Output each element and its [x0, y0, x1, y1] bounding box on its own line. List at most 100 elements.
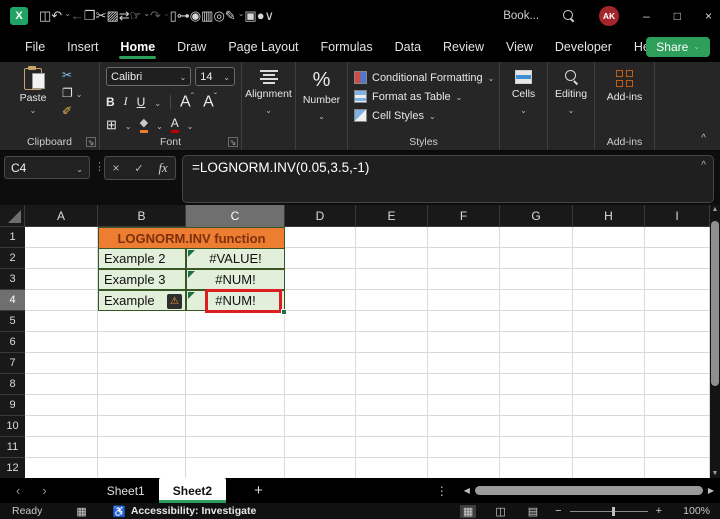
name-box[interactable]: C4	[4, 156, 90, 179]
search-icon[interactable]	[563, 10, 575, 22]
account-avatar[interactable]: AK	[599, 6, 620, 26]
ribbon-tab[interactable]: Developer	[544, 34, 623, 61]
horizontal-scrollbar[interactable]: ◀ ▶	[464, 486, 714, 495]
column-header[interactable]: I	[645, 205, 710, 227]
error-warning-icon[interactable]: ⚠	[167, 294, 182, 309]
chevron-down-icon[interactable]	[187, 116, 194, 134]
underline-button[interactable]: U	[137, 95, 146, 109]
column-header[interactable]: H	[573, 205, 645, 227]
permissions-lock-icon[interactable]: ▣	[244, 9, 256, 22]
workbook-icon[interactable]: ▥	[201, 9, 213, 22]
row-header[interactable]: 7	[0, 353, 25, 374]
vertical-scroll-thumb[interactable]	[711, 221, 719, 386]
table-title-cell[interactable]: LOGNORM.INV function	[98, 227, 285, 249]
replace-icon[interactable]: ⇄	[119, 9, 130, 22]
error-value-cell[interactable]: #NUM!	[186, 269, 285, 290]
collapse-formula-bar-icon[interactable]: ^	[701, 160, 706, 171]
column-header[interactable]: B	[98, 205, 186, 227]
redo-icon[interactable]: ↷	[150, 9, 170, 22]
format-painter-button[interactable]: ✐	[62, 104, 72, 118]
zoom-in-button[interactable]: +	[656, 505, 662, 517]
scroll-right-icon[interactable]: ▶	[708, 486, 714, 495]
fill-handle[interactable]	[281, 309, 287, 315]
column-header[interactable]: C	[186, 205, 285, 227]
styles-button[interactable]: Cell Styles	[354, 106, 495, 125]
cells-button[interactable]: Cells	[500, 70, 547, 116]
zoom-slider-thumb[interactable]	[611, 506, 615, 516]
zoom-slider[interactable]	[569, 506, 648, 516]
row-header[interactable]: 6	[0, 332, 25, 353]
row-header[interactable]: 1	[0, 227, 25, 248]
zoom-level[interactable]: 100%	[676, 505, 710, 517]
ribbon-tab[interactable]: Draw	[166, 34, 217, 61]
person-search-icon[interactable]: ◎	[213, 9, 224, 22]
row-header[interactable]: 2	[0, 248, 25, 269]
macro-record-icon[interactable]: ▦	[76, 505, 86, 518]
maximize-button[interactable]: □	[674, 9, 681, 23]
italic-button[interactable]: I	[124, 94, 128, 109]
accessibility-status[interactable]: ♿ Accessibility: Investigate	[113, 505, 257, 518]
font-dialog-launcher[interactable]: ⇘	[228, 137, 238, 147]
back-icon[interactable]: ←	[71, 9, 84, 22]
copy-button[interactable]: ❐	[62, 86, 82, 100]
cut-icon[interactable]: ✂	[96, 9, 107, 22]
column-header[interactable]: G	[500, 205, 573, 227]
undo-icon[interactable]: ↶	[51, 9, 71, 22]
sheet-tab[interactable]: Sheet1	[93, 478, 159, 503]
row-header[interactable]: 12	[0, 458, 25, 478]
row-header[interactable]: 9	[0, 395, 25, 416]
scroll-left-icon[interactable]: ◀	[464, 486, 470, 495]
row-header[interactable]: 5	[0, 311, 25, 332]
minimize-button[interactable]: –	[643, 9, 650, 23]
record-dot-icon[interactable]: ●	[257, 9, 265, 22]
new-sheet-button[interactable]: +	[254, 482, 263, 499]
example-label-cell[interactable]: Example 2⚠	[98, 248, 186, 269]
sheet-tab[interactable]: Sheet2	[158, 478, 227, 503]
row-header[interactable]: 10	[0, 416, 25, 437]
ribbon-tab[interactable]: Insert	[56, 34, 109, 61]
fill-color-button[interactable]: ◆	[139, 117, 149, 133]
ribbon-tab[interactable]: Page Layout	[217, 34, 309, 61]
chevron-down-icon[interactable]	[154, 93, 161, 111]
new-file-icon[interactable]: ▯	[170, 9, 177, 22]
scroll-down-icon[interactable]: ▼	[710, 470, 720, 477]
row-header[interactable]: 11	[0, 437, 25, 458]
camera-icon[interactable]: ◉	[190, 9, 201, 22]
font-size-select[interactable]: 14	[195, 67, 235, 86]
insert-function-button[interactable]: fx	[159, 161, 168, 176]
close-button[interactable]: ×	[705, 9, 712, 23]
number-button[interactable]: % Number	[296, 70, 347, 122]
vertical-scrollbar[interactable]: ▲ ▼	[710, 205, 720, 478]
paste-button[interactable]: Paste	[14, 66, 52, 116]
column-header[interactable]: F	[428, 205, 500, 227]
example-label-cell[interactable]: Example 3⚠	[98, 269, 186, 290]
styles-button[interactable]: Conditional Formatting	[354, 68, 495, 87]
font-color-button[interactable]: A	[170, 117, 179, 134]
bold-button[interactable]: B	[106, 95, 115, 109]
draft-pen-icon[interactable]: ✎	[225, 9, 245, 22]
scroll-up-icon[interactable]: ▲	[710, 206, 720, 213]
chevron-down-icon[interactable]	[156, 116, 163, 134]
collapse-ribbon-icon[interactable]: ^	[701, 133, 706, 144]
share-button[interactable]: Share	[646, 37, 710, 57]
borders-button[interactable]: ⊞	[106, 117, 117, 133]
row-header[interactable]: 8	[0, 374, 25, 395]
alignment-button[interactable]: Alignment	[242, 70, 295, 116]
paste-picture-icon[interactable]: ▨	[106, 9, 118, 22]
ribbon-tab[interactable]: Data	[384, 34, 432, 61]
example-label-cell[interactable]: Example ⚠	[98, 290, 186, 311]
row-header[interactable]: 4	[0, 290, 25, 311]
row-header[interactable]: 3	[0, 269, 25, 290]
page-layout-view-icon[interactable]: ◫	[492, 505, 508, 518]
ribbon-tab[interactable]: File	[14, 34, 56, 61]
ribbon-tab[interactable]: Review	[432, 34, 495, 61]
clipboard-dialog-launcher[interactable]: ⇘	[86, 137, 96, 147]
next-sheet-button[interactable]: ›	[42, 483, 46, 498]
cancel-button[interactable]: ×	[112, 161, 119, 175]
copy-icon[interactable]: ❐	[84, 9, 96, 22]
save-icon[interactable]: ◫	[39, 9, 51, 22]
addins-button[interactable]: Add-ins	[595, 70, 654, 103]
error-value-cell[interactable]: #VALUE!	[186, 248, 285, 269]
increase-font-size-button[interactable]: A	[180, 92, 194, 111]
formula-input[interactable]: =LOGNORM.INV(0.05,3.5,-1) ^	[182, 155, 714, 203]
